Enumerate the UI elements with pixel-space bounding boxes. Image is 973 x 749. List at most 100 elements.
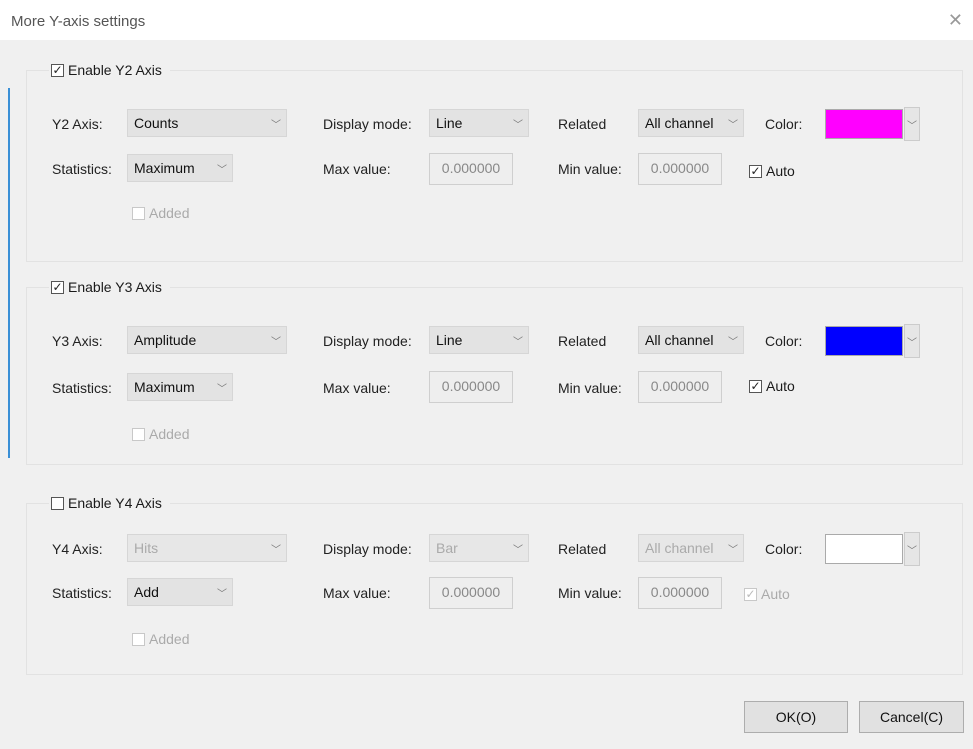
y4-related-label: Related (558, 541, 607, 557)
enable-y4-toggle[interactable]: Enable Y4 Axis (49, 495, 210, 511)
chevron-down-icon[interactable]: ﹀ (904, 107, 920, 141)
enable-y4-checkbox[interactable] (51, 496, 64, 510)
y2-color-label: Color: (765, 116, 803, 132)
y2-added-toggle: Added (132, 205, 189, 221)
ok-button[interactable]: OK(O) (744, 701, 848, 733)
y3-color-picker[interactable]: ﹀ (825, 324, 920, 358)
y2-display-mode-select[interactable]: Line ﹀ (429, 109, 529, 137)
chevron-down-icon: ﹀ (728, 119, 738, 131)
chevron-down-icon: ﹀ (217, 383, 227, 395)
section-y4: Enable Y4 Axis Y4 Axis: Hits ﹀ Display mo… (26, 495, 963, 675)
y2-display-mode-label: Display mode: (323, 116, 412, 132)
y3-display-mode-label: Display mode: (323, 333, 412, 349)
y3-auto-checkbox[interactable]: ✓ (749, 379, 762, 393)
y2-auto-checkbox[interactable]: ✓ (749, 164, 762, 178)
chevron-down-icon: ﹀ (513, 336, 523, 348)
y3-added-label: Added (149, 426, 190, 442)
y4-related-value: All channel (645, 540, 714, 556)
y2-statistics-select[interactable]: Maximum ﹀ (127, 154, 233, 182)
enable-y2-checkbox[interactable]: ✓ (51, 63, 64, 77)
y4-axis-label: Y4 Axis: (52, 541, 103, 557)
y4-color-swatch[interactable] (825, 534, 903, 564)
chevron-down-icon: ﹀ (217, 588, 227, 600)
enable-y2-toggle[interactable]: ✓ Enable Y2 Axis (49, 62, 210, 78)
chevron-down-icon: ﹀ (217, 164, 227, 176)
y3-auto-label: Auto (766, 378, 795, 394)
legend-rule (169, 287, 210, 288)
y2-axis-select[interactable]: Counts ﹀ (127, 109, 287, 137)
y2-display-mode-value: Line (436, 115, 463, 131)
enable-y3-checkbox[interactable]: ✓ (51, 280, 64, 294)
section-y3: ✓ Enable Y3 Axis Y3 Axis: Amplitude ﹀ Dis… (26, 279, 963, 465)
y4-auto-label: Auto (761, 586, 790, 602)
y2-axis-value: Counts (134, 115, 179, 131)
cancel-button[interactable]: Cancel(C) (859, 701, 964, 733)
y3-auto-toggle[interactable]: ✓ Auto (749, 378, 795, 394)
y3-color-swatch[interactable] (825, 326, 903, 356)
y2-added-label: Added (149, 205, 190, 221)
y2-related-label: Related (558, 116, 607, 132)
legend-rule (169, 503, 210, 504)
y4-axis-select[interactable]: Hits ﹀ (127, 534, 287, 562)
chevron-down-icon: ﹀ (513, 119, 523, 131)
y3-min-label: Min value: (558, 380, 622, 396)
y3-display-mode-value: Line (436, 332, 463, 348)
y3-axis-select[interactable]: Amplitude ﹀ (127, 326, 287, 354)
y3-color-label: Color: (765, 333, 803, 349)
chevron-down-icon: ﹀ (513, 544, 523, 556)
window-title: More Y-axis settings (11, 13, 146, 30)
y3-max-label: Max value: (323, 380, 391, 396)
y4-added-checkbox (132, 632, 145, 646)
y4-axis-value: Hits (134, 540, 159, 556)
y3-display-mode-select[interactable]: Line ﹀ (429, 326, 529, 354)
enable-y3-toggle[interactable]: ✓ Enable Y3 Axis (49, 279, 210, 295)
y3-statistics-label: Statistics: (52, 380, 112, 396)
y2-min-label: Min value: (558, 161, 622, 177)
y3-axis-value: Amplitude (134, 332, 197, 348)
chevron-down-icon[interactable]: ﹀ (904, 324, 920, 358)
y4-auto-checkbox: ✓ (744, 587, 757, 601)
y4-display-mode-value: Bar (436, 540, 458, 556)
y2-statistics-value: Maximum (134, 160, 195, 176)
y3-statistics-select[interactable]: Maximum ﹀ (127, 373, 233, 401)
y2-min-input[interactable]: 0.000000 (638, 153, 722, 185)
y2-added-checkbox (132, 206, 145, 220)
y4-display-mode-select[interactable]: Bar ﹀ (429, 534, 529, 562)
y2-max-input[interactable]: 0.000000 (429, 153, 513, 185)
y2-related-select[interactable]: All channel ﹀ (638, 109, 744, 137)
y4-added-label: Added (149, 631, 190, 647)
y4-related-select[interactable]: All channel ﹀ (638, 534, 744, 562)
y3-added-toggle: Added (132, 426, 189, 442)
y3-axis-label: Y3 Axis: (52, 333, 103, 349)
chevron-down-icon: ﹀ (728, 544, 738, 556)
y2-color-swatch[interactable] (825, 109, 903, 139)
y3-max-input[interactable]: 0.000000 (429, 371, 513, 403)
chevron-down-icon: ﹀ (271, 544, 281, 556)
y3-statistics-value: Maximum (134, 379, 195, 395)
y2-statistics-label: Statistics: (52, 161, 112, 177)
y2-related-value: All channel (645, 115, 714, 131)
legend-rule (169, 70, 210, 71)
y2-max-label: Max value: (323, 161, 391, 177)
window-edge-accent (8, 88, 10, 458)
chevron-down-icon: ﹀ (728, 336, 738, 348)
y3-min-input[interactable]: 0.000000 (638, 371, 722, 403)
y4-max-input[interactable]: 0.000000 (429, 577, 513, 609)
y2-axis-label: Y2 Axis: (52, 116, 103, 132)
y2-auto-label: Auto (766, 163, 795, 179)
y3-added-checkbox (132, 427, 145, 441)
close-icon[interactable]: ✕ (948, 10, 963, 31)
enable-y2-label: Enable Y2 Axis (68, 62, 162, 78)
y2-auto-toggle[interactable]: ✓ Auto (749, 163, 795, 179)
y4-min-input[interactable]: 0.000000 (638, 577, 722, 609)
y4-color-picker[interactable]: ﹀ (825, 532, 920, 566)
y4-max-label: Max value: (323, 585, 391, 601)
y4-statistics-select[interactable]: Add ﹀ (127, 578, 233, 606)
y3-related-value: All channel (645, 332, 714, 348)
y4-statistics-value: Add (134, 584, 159, 600)
y4-added-toggle: Added (132, 631, 189, 647)
chevron-down-icon[interactable]: ﹀ (904, 532, 920, 566)
y2-color-picker[interactable]: ﹀ (825, 107, 920, 141)
y3-related-select[interactable]: All channel ﹀ (638, 326, 744, 354)
y4-min-label: Min value: (558, 585, 622, 601)
